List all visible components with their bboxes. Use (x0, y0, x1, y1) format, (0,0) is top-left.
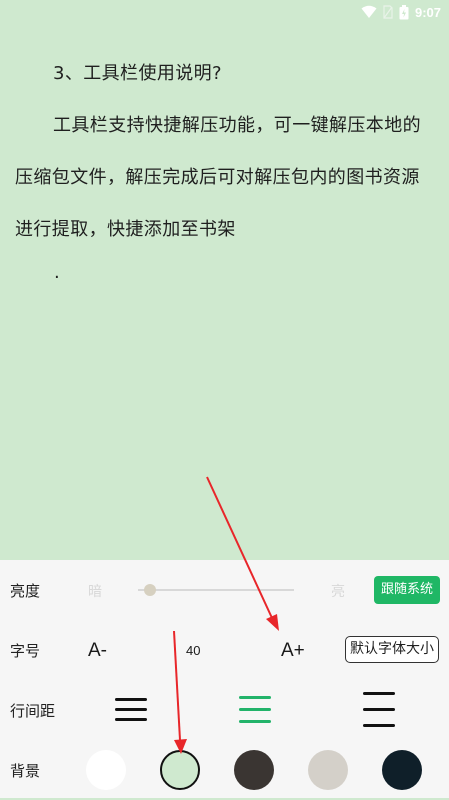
background-swatch-navy[interactable] (382, 750, 422, 790)
brightness-slider-thumb[interactable] (144, 584, 157, 596)
section-heading: 3、工具栏使用说明? (53, 63, 223, 84)
font-size-label: 字号 (10, 642, 41, 660)
default-font-size-button[interactable]: 默认字体大小 (345, 636, 439, 663)
brightness-light-label: 亮 (331, 584, 345, 600)
brightness-row: 亮度 暗 亮 跟随系统 (0, 560, 449, 620)
wifi-icon (361, 5, 377, 18)
line-spacing-compact-icon[interactable] (115, 698, 147, 722)
font-increase-button[interactable]: A+ (281, 640, 305, 662)
background-swatch-white[interactable] (86, 750, 126, 790)
clock: 9:07 (414, 4, 441, 20)
brightness-slider-track[interactable] (138, 589, 294, 591)
battery-icon (399, 4, 409, 19)
background-label: 背景 (10, 762, 41, 780)
background-swatch-green[interactable] (160, 750, 200, 790)
line-spacing-medium-icon[interactable] (239, 696, 271, 724)
status-bar: 9:07 (0, 0, 449, 24)
line-spacing-row: 行间距 (0, 680, 449, 740)
trailing-dot: . (54, 262, 60, 283)
status-icons: 9:07 (361, 3, 441, 21)
brightness-label: 亮度 (10, 582, 41, 600)
brightness-dark-label: 暗 (88, 584, 102, 600)
line-spacing-loose-icon[interactable] (363, 692, 395, 728)
font-size-value: 40 (186, 643, 201, 658)
no-sim-icon (383, 5, 393, 19)
background-swatch-dark-brown[interactable] (234, 750, 274, 790)
font-decrease-button[interactable]: A- (88, 640, 107, 662)
reader-settings-panel: 亮度 暗 亮 跟随系统 字号 A- 40 A+ 默认字体大小 行间距 背景 (0, 560, 449, 798)
reading-content: 3、工具栏使用说明? 工具栏支持快捷解压功能，可一键解压本地的压缩包文件，解压完… (15, 48, 435, 256)
follow-system-button[interactable]: 跟随系统 (374, 576, 440, 604)
background-swatch-gray[interactable] (308, 750, 348, 790)
line-spacing-label: 行间距 (10, 702, 56, 720)
section-paragraph: 工具栏支持快捷解压功能，可一键解压本地的压缩包文件，解压完成后可对解压包内的图书… (15, 115, 421, 240)
background-row: 背景 (0, 740, 449, 800)
